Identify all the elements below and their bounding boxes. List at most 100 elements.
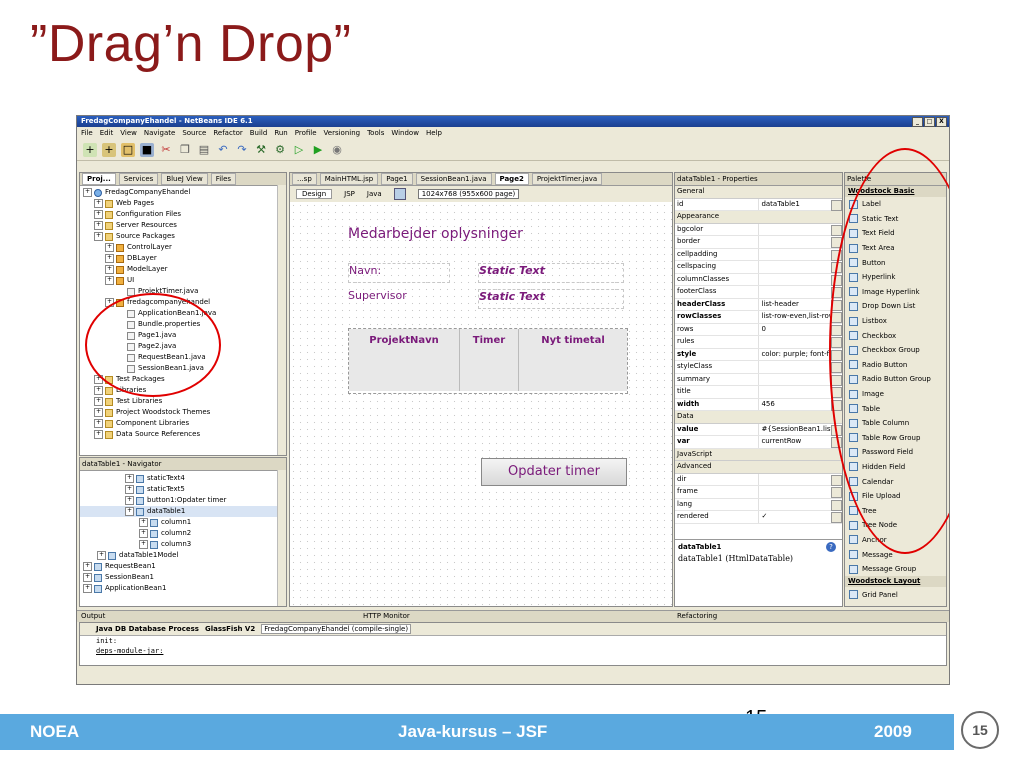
http-monitor-tab[interactable]: HTTP Monitor bbox=[363, 612, 410, 620]
refactoring-tab[interactable]: Refactoring bbox=[677, 612, 717, 620]
project-tree-item[interactable]: + Server Resources bbox=[80, 220, 286, 231]
expand-toggle-icon[interactable]: + bbox=[83, 573, 92, 582]
project-tree-item[interactable]: + Source Packages bbox=[80, 231, 286, 242]
expand-toggle-icon[interactable]: + bbox=[94, 232, 103, 241]
navigator-tree-item[interactable]: + column1 bbox=[80, 517, 286, 528]
property-value[interactable]: 456 bbox=[759, 399, 831, 411]
clean-build-icon[interactable]: ⚙ bbox=[273, 143, 287, 157]
static-text-1[interactable]: Static Text bbox=[478, 263, 624, 283]
menu-refactor[interactable]: Refactor bbox=[213, 128, 242, 139]
project-tree-item[interactable]: + Component Libraries bbox=[80, 418, 286, 429]
menu-profile[interactable]: Profile bbox=[295, 128, 317, 139]
output-tab-glassfish[interactable]: GlassFish V2 bbox=[205, 625, 255, 633]
property-value[interactable] bbox=[759, 261, 831, 273]
project-tree-item[interactable]: + Configuration Files bbox=[80, 209, 286, 220]
property-row[interactable]: rows 0 bbox=[675, 323, 842, 336]
expand-toggle-icon[interactable]: + bbox=[125, 496, 134, 505]
navigator-tree-item[interactable]: + staticText5 bbox=[80, 484, 286, 495]
property-category[interactable]: Appearance bbox=[675, 211, 842, 224]
project-tree-item[interactable]: + Project Woodstock Themes bbox=[80, 407, 286, 418]
project-tree-item[interactable]: + ModelLayer bbox=[80, 264, 286, 275]
property-row[interactable]: footerClass bbox=[675, 286, 842, 299]
property-row[interactable]: summary bbox=[675, 373, 842, 386]
design-canvas[interactable]: Medarbejder oplysninger Navn: Static Tex… bbox=[290, 202, 672, 606]
property-row[interactable]: border bbox=[675, 236, 842, 249]
property-value[interactable] bbox=[759, 386, 831, 398]
palette-group-layout[interactable]: Woodstock Layout bbox=[845, 576, 946, 588]
menu-file[interactable]: File bbox=[81, 128, 93, 139]
expand-toggle-icon[interactable]: + bbox=[125, 507, 134, 516]
java-view-tab[interactable]: Java bbox=[367, 190, 382, 198]
property-row[interactable]: rules bbox=[675, 336, 842, 349]
project-tree-item[interactable]: + DBLayer bbox=[80, 253, 286, 264]
menu-source[interactable]: Source bbox=[182, 128, 206, 139]
expand-toggle-icon[interactable]: + bbox=[105, 243, 114, 252]
expand-toggle-icon[interactable]: + bbox=[83, 562, 92, 571]
project-tree-item[interactable]: + ControlLayer bbox=[80, 242, 286, 253]
navigator-tree-item[interactable]: + button1:Opdater timer bbox=[80, 495, 286, 506]
property-value[interactable] bbox=[759, 336, 831, 348]
property-value[interactable] bbox=[759, 486, 831, 498]
property-row[interactable]: var currentRow bbox=[675, 436, 842, 449]
data-table[interactable]: ProjektNavn Timer Nyt timetal bbox=[348, 328, 628, 394]
navigator-tree-item[interactable]: + RequestBean1 bbox=[80, 561, 286, 572]
editor-tab-page1[interactable]: Page1 bbox=[381, 173, 413, 185]
menu-view[interactable]: View bbox=[120, 128, 137, 139]
property-value[interactable]: 0 bbox=[759, 324, 831, 336]
property-row[interactable]: headerClass list-header bbox=[675, 298, 842, 311]
property-row[interactable]: width 456 bbox=[675, 398, 842, 411]
property-value[interactable] bbox=[759, 224, 831, 236]
property-row[interactable]: styleClass bbox=[675, 361, 842, 374]
palette-item[interactable]: Message Group bbox=[845, 562, 946, 577]
editor-tab-sessionbean1[interactable]: SessionBean1.java bbox=[415, 173, 492, 185]
tab-projects[interactable]: Proj... bbox=[82, 173, 116, 185]
menu-versioning[interactable]: Versioning bbox=[324, 128, 361, 139]
property-value[interactable]: dataTable1 bbox=[759, 199, 831, 211]
debug-icon[interactable]: ▶ bbox=[311, 143, 325, 157]
property-row[interactable]: rowClasseslist-row-even,list-row... bbox=[675, 311, 842, 324]
editor-tab-sp[interactable]: ...sp bbox=[292, 173, 317, 185]
property-row[interactable]: title bbox=[675, 386, 842, 399]
project-tree-item[interactable]: + UI bbox=[80, 275, 286, 286]
tab-files[interactable]: Files bbox=[210, 173, 237, 185]
menu-run[interactable]: Run bbox=[274, 128, 287, 139]
property-editor-button[interactable] bbox=[831, 487, 842, 498]
property-value[interactable] bbox=[759, 374, 831, 386]
expand-toggle-icon[interactable]: + bbox=[125, 474, 134, 483]
open-project-icon[interactable]: □ bbox=[121, 142, 135, 157]
navigator-scrollbar[interactable] bbox=[277, 470, 286, 606]
menu-edit[interactable]: Edit bbox=[100, 128, 114, 139]
maximize-button[interactable]: □ bbox=[924, 117, 935, 127]
expand-toggle-icon[interactable]: + bbox=[83, 188, 92, 197]
expand-toggle-icon[interactable]: + bbox=[105, 254, 114, 263]
expand-toggle-icon[interactable]: + bbox=[94, 419, 103, 428]
property-row[interactable]: columnClasses bbox=[675, 273, 842, 286]
property-row[interactable]: rendered ✓ bbox=[675, 511, 842, 524]
project-tree-item[interactable]: + Web Pages bbox=[80, 198, 286, 209]
navigator-tree-item[interactable]: + SessionBean1 bbox=[80, 572, 286, 583]
expand-toggle-icon[interactable]: + bbox=[97, 551, 106, 560]
undo-icon[interactable]: ↶ bbox=[216, 143, 230, 157]
tab-services[interactable]: Services bbox=[118, 173, 159, 185]
property-row[interactable]: dir bbox=[675, 473, 842, 486]
navigator-tree-item[interactable]: + dataTable1Model bbox=[80, 550, 286, 561]
palette-item-grid-panel[interactable]: Grid Panel bbox=[845, 587, 946, 602]
navigator-tree-item[interactable]: + staticText4 bbox=[80, 473, 286, 484]
property-value[interactable]: list-header bbox=[759, 299, 831, 311]
property-category[interactable]: JavaScript bbox=[675, 448, 842, 461]
expand-toggle-icon[interactable]: + bbox=[139, 540, 148, 549]
navigator-tree-item[interactable]: + column3 bbox=[80, 539, 286, 550]
expand-toggle-icon[interactable]: + bbox=[94, 210, 103, 219]
property-value[interactable]: list-row-even,list-row... bbox=[759, 311, 831, 323]
navigator-tree-item[interactable]: + ApplicationBean1 bbox=[80, 583, 286, 594]
run-icon[interactable]: ▷ bbox=[292, 143, 306, 157]
menu-navigate[interactable]: Navigate bbox=[144, 128, 175, 139]
property-row[interactable]: value#{SessionBean1.liste} bbox=[675, 423, 842, 436]
static-text-2[interactable]: Static Text bbox=[478, 289, 624, 309]
project-tree-item[interactable]: + Data Source References bbox=[80, 429, 286, 440]
expand-toggle-icon[interactable]: + bbox=[105, 265, 114, 274]
save-all-icon[interactable]: ■ bbox=[140, 142, 154, 157]
projects-scrollbar[interactable] bbox=[277, 185, 286, 455]
new-project-icon[interactable]: + bbox=[102, 142, 116, 157]
property-value[interactable]: currentRow bbox=[759, 436, 831, 448]
